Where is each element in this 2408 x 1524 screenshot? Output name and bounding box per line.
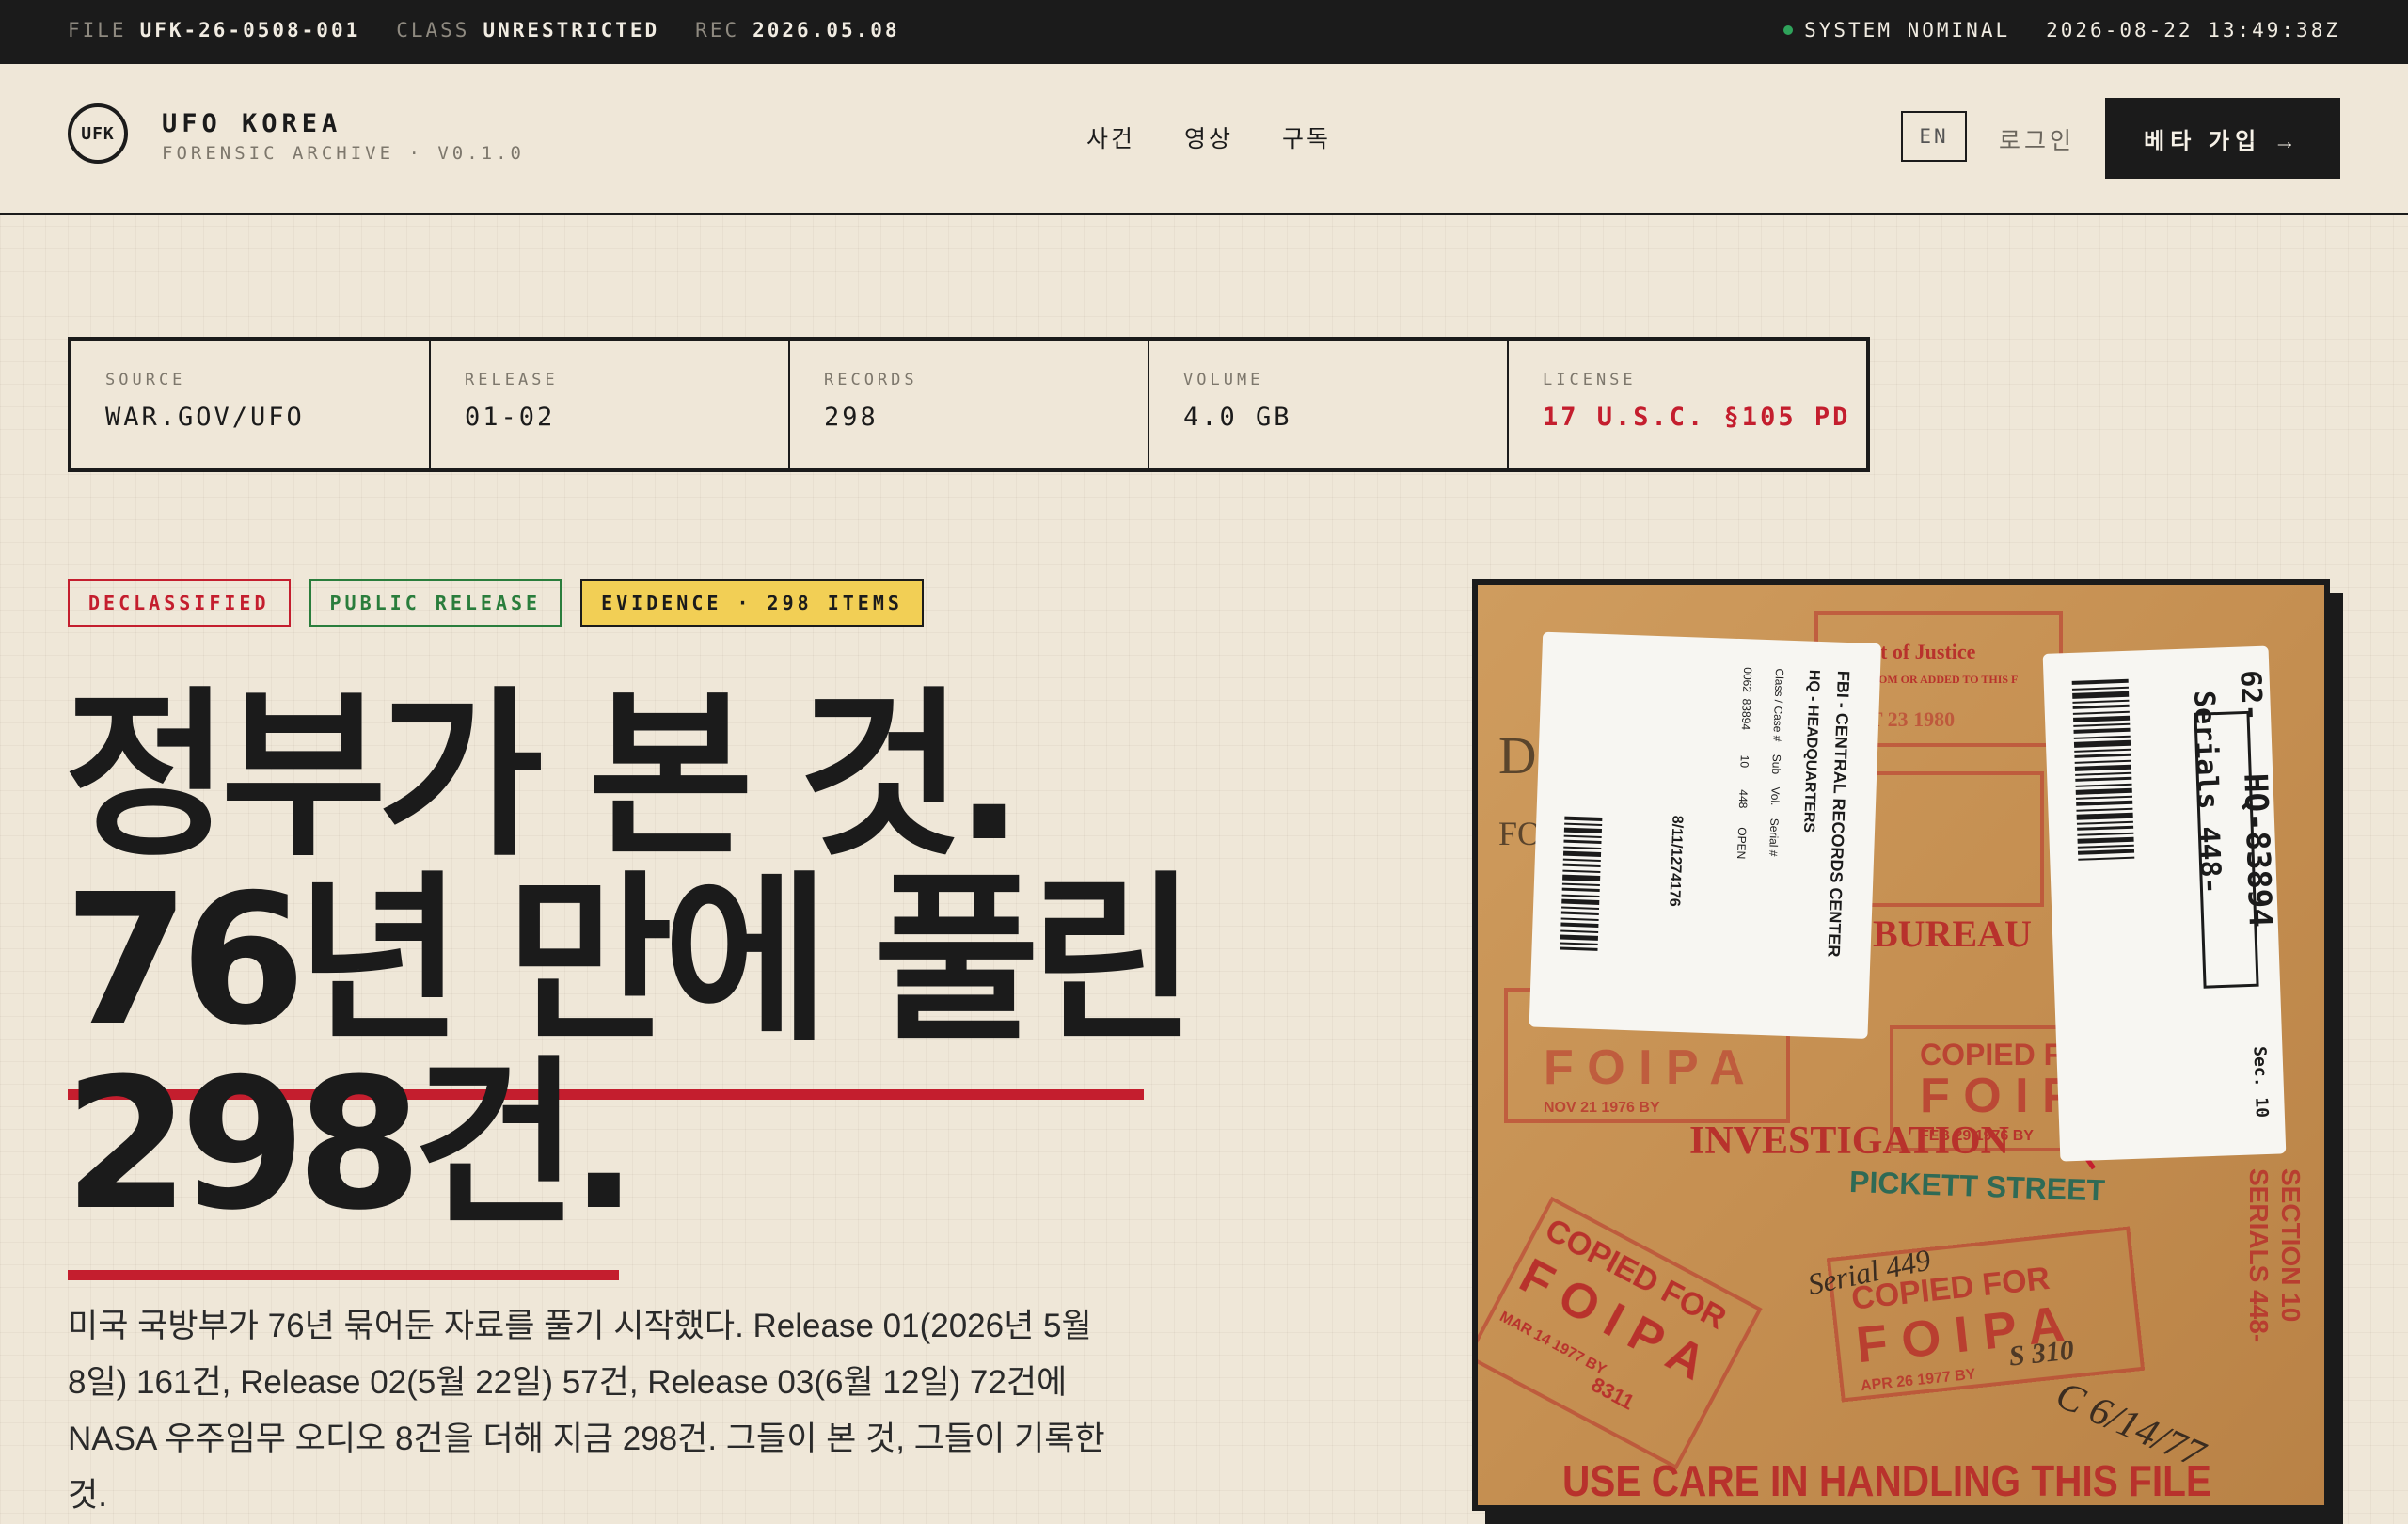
- svg-text:D: D: [1498, 727, 1536, 786]
- meta-value: WAR.GOV/UFO: [105, 403, 305, 432]
- stamp-text: USE CARE IN HANDLING THIS FILE: [1562, 1456, 2211, 1505]
- login-link[interactable]: 로그인: [1999, 122, 2075, 156]
- status-tags: DECLASSIFIED PUBLIC RELEASE EVIDENCE · 2…: [68, 579, 924, 627]
- rec-value: 2026.05.08: [752, 19, 900, 41]
- meta-value: 298: [824, 403, 879, 432]
- meta-records: RECORDS 298: [790, 341, 1149, 468]
- clock: 2026-08-22 13:49:38Z: [2046, 19, 2340, 41]
- label-text: Sec. 10: [2249, 1046, 2272, 1119]
- stamp-text: NOV 21 1976 BY: [1544, 1100, 1660, 1116]
- status-dot-icon: [1783, 25, 1794, 35]
- meta-value: 4.0 GB: [1183, 403, 1292, 432]
- status-bar: FILE UFK-26-0508-001 CLASS UNRESTRICTED RE…: [0, 0, 2408, 64]
- stamp-text: F O I P A: [1544, 1040, 1745, 1095]
- class-value: UNRESTRICTED: [483, 19, 660, 41]
- fbi-file-folder: t of Justice FROM OR ADDED TO THIS F CT …: [1472, 579, 2330, 1511]
- fbi-records-label: [1529, 631, 1881, 1039]
- meta-value: 01-02: [465, 403, 556, 432]
- tag-public-release: PUBLIC RELEASE: [309, 579, 562, 627]
- svg-text:FO: FO: [1498, 815, 1542, 852]
- nav-item-subscribe[interactable]: 구독: [1282, 120, 1331, 154]
- language-toggle-button[interactable]: EN: [1901, 111, 1967, 162]
- system-status-text: SYSTEM NOMINAL: [1804, 19, 2011, 41]
- nav-item-cases[interactable]: 사건: [1086, 120, 1135, 154]
- record-date: REC 2026.05.08: [695, 19, 899, 41]
- hero-body-text: 미국 국방부가 76년 묶어둔 자료를 풀기 시작했다. Release 01(…: [68, 1308, 1105, 1514]
- meta-label: LICENSE: [1543, 371, 1637, 389]
- meta-source: SOURCE WAR.GOV/UFO: [71, 341, 431, 468]
- meta-license: LICENSE 17 U.S.C. §105 PD: [1509, 341, 1866, 468]
- meta-label: RECORDS: [824, 371, 918, 389]
- meta-release: RELEASE 01-02: [431, 341, 790, 468]
- headline-line-3: 298건.: [64, 1040, 638, 1250]
- file-value: UFK-26-0508-001: [139, 19, 361, 41]
- evidence-document-image: t of Justice FROM OR ADDED TO THIS F CT …: [1472, 579, 2343, 1524]
- stamp-text: FEB 29 1976 BY: [1920, 1128, 2034, 1144]
- headline-line-2: 76년 만에 풀린: [64, 856, 1196, 1066]
- file-label: FILE: [68, 19, 127, 41]
- file-id: FILE UFK-26-0508-001: [68, 19, 360, 41]
- class-label: CLASS: [396, 19, 470, 41]
- meta-volume: VOLUME 4.0 GB: [1149, 341, 1509, 468]
- brand-name[interactable]: UFO KOREA: [162, 109, 341, 138]
- main-nav: 사건 영상 구독: [1086, 120, 1331, 154]
- hero-headline: 정부가 본 것. 76년 만에 풀린 298건.: [64, 685, 1287, 1238]
- archive-meta-panel: SOURCE WAR.GOV/UFO RELEASE 01-02 RECORDS…: [68, 337, 1870, 472]
- stamp-text: BUREAU: [1873, 913, 2032, 955]
- classification: CLASS UNRESTRICTED: [396, 19, 659, 41]
- headline-line-1: 정부가 본 것.: [64, 672, 1023, 881]
- stamp-text: SERIALS 448-: [2244, 1168, 2273, 1342]
- meta-value: 17 U.S.C. §105 PD: [1543, 403, 1851, 432]
- tag-declassified: DECLASSIFIED: [68, 579, 291, 627]
- stamp-text: t of Justice: [1880, 640, 1976, 663]
- stamp-text: FROM OR ADDED TO THIS F: [1863, 673, 2018, 686]
- site-header: UFK UFO KOREA FORENSIC ARCHIVE · V0.1.0 …: [0, 64, 2408, 215]
- rec-label: REC: [695, 19, 740, 41]
- meta-label: VOLUME: [1183, 371, 1264, 389]
- brand-subtitle: FORENSIC ARCHIVE · V0.1.0: [162, 143, 525, 164]
- meta-label: RELEASE: [465, 371, 559, 389]
- logo-mark[interactable]: UFK: [68, 103, 128, 164]
- tag-evidence-count: EVIDENCE · 298 ITEMS: [580, 579, 924, 627]
- meta-label: SOURCE: [105, 371, 186, 389]
- label-text: HQ-83894: [2236, 772, 2279, 928]
- beta-signup-button[interactable]: 베타 가입 →: [2105, 98, 2340, 179]
- system-status: SYSTEM NOMINAL: [1783, 19, 2010, 41]
- headline-underline: [68, 1270, 619, 1280]
- stamp-text: SECTION 10: [2276, 1168, 2305, 1322]
- document-illustration: t of Justice FROM OR ADDED TO THIS F CT …: [1478, 585, 2324, 1505]
- label-text: 8/11/1274176: [1666, 815, 1685, 907]
- nav-item-videos[interactable]: 영상: [1184, 120, 1233, 154]
- logo-mark-text: UFK: [81, 123, 115, 144]
